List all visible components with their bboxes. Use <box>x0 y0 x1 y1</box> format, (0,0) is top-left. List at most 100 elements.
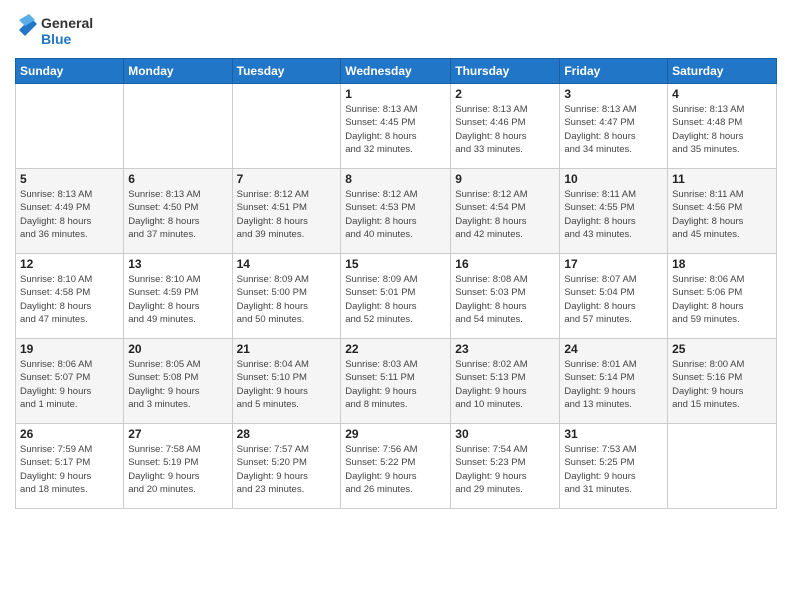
day-detail: Sunrise: 7:53 AMSunset: 5:25 PMDaylight:… <box>564 443 663 496</box>
calendar-cell: 11 Sunrise: 8:11 AMSunset: 4:56 PMDayligh… <box>668 169 777 254</box>
day-number: 15 <box>345 257 446 271</box>
calendar-cell: 30Sunrise: 7:54 AMSunset: 5:23 PMDayligh… <box>451 424 560 509</box>
day-number: 5 <box>20 172 119 186</box>
day-detail: Sunrise: 8:13 AMSunset: 4:48 PMDaylight:… <box>672 103 772 156</box>
calendar-week-3: 12 Sunrise: 8:10 AMSunset: 4:58 PMDayligh… <box>16 254 777 339</box>
calendar-cell: 31 Sunrise: 7:53 AMSunset: 5:25 PMDayligh… <box>560 424 668 509</box>
day-detail: Sunrise: 8:11 AMSunset: 4:56 PMDaylight:… <box>672 188 772 241</box>
day-number: 2 <box>455 87 555 101</box>
calendar-week-2: 5 Sunrise: 8:13 AMSunset: 4:49 PMDaylight… <box>16 169 777 254</box>
day-detail: Sunrise: 8:00 AMSunset: 5:16 PMDaylight:… <box>672 358 772 411</box>
day-number: 20 <box>128 342 227 356</box>
header: GeneralBlue <box>15 10 777 50</box>
day-detail: Sunrise: 8:06 AMSunset: 5:07 PMDaylight:… <box>20 358 119 411</box>
calendar-cell: 19Sunrise: 8:06 AMSunset: 5:07 PMDayligh… <box>16 339 124 424</box>
calendar-cell: 6 Sunrise: 8:13 AMSunset: 4:50 PMDaylight… <box>124 169 232 254</box>
day-detail: Sunrise: 7:54 AMSunset: 5:23 PMDaylight:… <box>455 443 555 496</box>
weekday-header-saturday: Saturday <box>668 59 777 84</box>
day-detail: Sunrise: 8:13 AMSunset: 4:50 PMDaylight:… <box>128 188 227 241</box>
day-detail: Sunrise: 8:10 AMSunset: 4:58 PMDaylight:… <box>20 273 119 326</box>
day-number: 6 <box>128 172 227 186</box>
calendar-cell: 23 Sunrise: 8:02 AMSunset: 5:13 PMDayligh… <box>451 339 560 424</box>
day-detail: Sunrise: 8:08 AMSunset: 5:03 PMDaylight:… <box>455 273 555 326</box>
calendar-cell: 8 Sunrise: 8:12 AMSunset: 4:53 PMDaylight… <box>341 169 451 254</box>
day-detail: Sunrise: 7:57 AMSunset: 5:20 PMDaylight:… <box>237 443 337 496</box>
calendar-cell: 22Sunrise: 8:03 AMSunset: 5:11 PMDayligh… <box>341 339 451 424</box>
day-detail: Sunrise: 8:09 AMSunset: 5:01 PMDaylight:… <box>345 273 446 326</box>
day-number: 3 <box>564 87 663 101</box>
day-number: 29 <box>345 427 446 441</box>
day-number: 22 <box>345 342 446 356</box>
day-detail: Sunrise: 8:05 AMSunset: 5:08 PMDaylight:… <box>128 358 227 411</box>
weekday-header-wednesday: Wednesday <box>341 59 451 84</box>
calendar-cell: 27Sunrise: 7:58 AMSunset: 5:19 PMDayligh… <box>124 424 232 509</box>
day-number: 23 <box>455 342 555 356</box>
page-container: GeneralBlue SundayMondayTuesdayWednesday… <box>0 0 792 519</box>
weekday-header-friday: Friday <box>560 59 668 84</box>
calendar-week-4: 19Sunrise: 8:06 AMSunset: 5:07 PMDayligh… <box>16 339 777 424</box>
weekday-header-monday: Monday <box>124 59 232 84</box>
day-detail: Sunrise: 8:13 AMSunset: 4:46 PMDaylight:… <box>455 103 555 156</box>
calendar-header: SundayMondayTuesdayWednesdayThursdayFrid… <box>16 59 777 84</box>
calendar-week-1: 1 Sunrise: 8:13 AMSunset: 4:45 PMDaylight… <box>16 84 777 169</box>
day-number: 13 <box>128 257 227 271</box>
calendar-cell: 9 Sunrise: 8:12 AMSunset: 4:54 PMDaylight… <box>451 169 560 254</box>
day-detail: Sunrise: 8:12 AMSunset: 4:54 PMDaylight:… <box>455 188 555 241</box>
day-number: 9 <box>455 172 555 186</box>
day-detail: Sunrise: 8:01 AMSunset: 5:14 PMDaylight:… <box>564 358 663 411</box>
calendar-cell <box>16 84 124 169</box>
day-number: 27 <box>128 427 227 441</box>
calendar-cell: 29 Sunrise: 7:56 AMSunset: 5:22 PMDayligh… <box>341 424 451 509</box>
calendar-cell: 13Sunrise: 8:10 AMSunset: 4:59 PMDayligh… <box>124 254 232 339</box>
day-number: 31 <box>564 427 663 441</box>
day-detail: Sunrise: 8:13 AMSunset: 4:45 PMDaylight:… <box>345 103 446 156</box>
day-detail: Sunrise: 8:04 AMSunset: 5:10 PMDaylight:… <box>237 358 337 411</box>
day-detail: Sunrise: 8:13 AMSunset: 4:49 PMDaylight:… <box>20 188 119 241</box>
day-number: 21 <box>237 342 337 356</box>
weekday-header-sunday: Sunday <box>16 59 124 84</box>
calendar-cell: 18 Sunrise: 8:06 AMSunset: 5:06 PMDayligh… <box>668 254 777 339</box>
calendar-cell <box>232 84 341 169</box>
calendar-cell <box>124 84 232 169</box>
calendar-cell: 4 Sunrise: 8:13 AMSunset: 4:48 PMDaylight… <box>668 84 777 169</box>
day-detail: Sunrise: 8:02 AMSunset: 5:13 PMDaylight:… <box>455 358 555 411</box>
calendar-cell: 16 Sunrise: 8:08 AMSunset: 5:03 PMDayligh… <box>451 254 560 339</box>
day-number: 1 <box>345 87 446 101</box>
day-number: 18 <box>672 257 772 271</box>
calendar-cell: 20 Sunrise: 8:05 AMSunset: 5:08 PMDayligh… <box>124 339 232 424</box>
calendar-cell: 2 Sunrise: 8:13 AMSunset: 4:46 PMDaylight… <box>451 84 560 169</box>
day-number: 14 <box>237 257 337 271</box>
day-number: 12 <box>20 257 119 271</box>
calendar-cell: 1 Sunrise: 8:13 AMSunset: 4:45 PMDaylight… <box>341 84 451 169</box>
day-detail: Sunrise: 8:12 AMSunset: 4:53 PMDaylight:… <box>345 188 446 241</box>
day-number: 7 <box>237 172 337 186</box>
weekday-row: SundayMondayTuesdayWednesdayThursdayFrid… <box>16 59 777 84</box>
logo-svg: GeneralBlue <box>15 10 95 50</box>
day-number: 16 <box>455 257 555 271</box>
calendar-table: SundayMondayTuesdayWednesdayThursdayFrid… <box>15 58 777 509</box>
logo: GeneralBlue <box>15 10 95 50</box>
day-number: 26 <box>20 427 119 441</box>
day-number: 4 <box>672 87 772 101</box>
svg-text:General: General <box>41 15 93 31</box>
day-detail: Sunrise: 8:13 AMSunset: 4:47 PMDaylight:… <box>564 103 663 156</box>
calendar-cell: 7Sunrise: 8:12 AMSunset: 4:51 PMDaylight… <box>232 169 341 254</box>
calendar-week-5: 26Sunrise: 7:59 AMSunset: 5:17 PMDayligh… <box>16 424 777 509</box>
day-detail: Sunrise: 8:06 AMSunset: 5:06 PMDaylight:… <box>672 273 772 326</box>
day-detail: Sunrise: 7:56 AMSunset: 5:22 PMDaylight:… <box>345 443 446 496</box>
day-detail: Sunrise: 8:07 AMSunset: 5:04 PMDaylight:… <box>564 273 663 326</box>
calendar-cell: 28 Sunrise: 7:57 AMSunset: 5:20 PMDayligh… <box>232 424 341 509</box>
calendar-cell <box>668 424 777 509</box>
calendar-cell: 12 Sunrise: 8:10 AMSunset: 4:58 PMDayligh… <box>16 254 124 339</box>
calendar-cell: 21 Sunrise: 8:04 AMSunset: 5:10 PMDayligh… <box>232 339 341 424</box>
calendar-cell: 26Sunrise: 7:59 AMSunset: 5:17 PMDayligh… <box>16 424 124 509</box>
day-number: 8 <box>345 172 446 186</box>
calendar-body: 1 Sunrise: 8:13 AMSunset: 4:45 PMDaylight… <box>16 84 777 509</box>
weekday-header-tuesday: Tuesday <box>232 59 341 84</box>
weekday-header-thursday: Thursday <box>451 59 560 84</box>
day-number: 17 <box>564 257 663 271</box>
day-detail: Sunrise: 8:11 AMSunset: 4:55 PMDaylight:… <box>564 188 663 241</box>
day-number: 11 <box>672 172 772 186</box>
day-number: 28 <box>237 427 337 441</box>
calendar-cell: 5 Sunrise: 8:13 AMSunset: 4:49 PMDaylight… <box>16 169 124 254</box>
